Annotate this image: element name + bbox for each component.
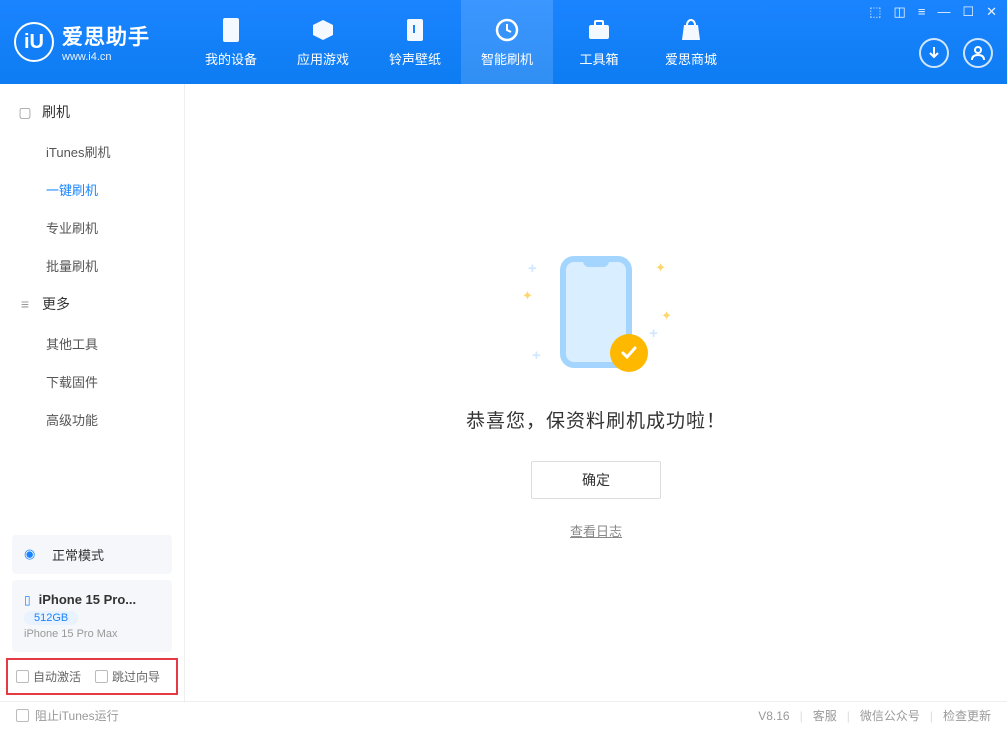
window-btn-2[interactable]: ◫ xyxy=(894,4,906,20)
device-name: iPhone 15 Pro... xyxy=(39,592,137,607)
main-nav: 我的设备 应用游戏 铃声壁纸 智能刷机 工具箱 爱思商城 xyxy=(185,0,737,84)
bag-icon xyxy=(678,17,704,43)
checkbox-icon xyxy=(16,709,29,722)
status-bar: 阻止iTunes运行 V8.16 | 客服 | 微信公众号 | 检查更新 xyxy=(0,701,1007,729)
nav-apps[interactable]: 应用游戏 xyxy=(277,0,369,84)
checkbox-label: 自动激活 xyxy=(33,668,81,685)
group-label: 更多 xyxy=(42,294,70,314)
window-controls: ⬚ ◫ ≡ — ☐ ✕ xyxy=(859,0,1007,24)
sidebar-item-other-tools[interactable]: 其他工具 xyxy=(0,324,184,362)
nav-label: 爱思商城 xyxy=(665,49,717,68)
device-status[interactable]: ◉ 正常模式 xyxy=(12,535,172,574)
logo-area[interactable]: iU 爱思助手 www.i4.cn xyxy=(0,21,185,63)
window-btn-1[interactable]: ⬚ xyxy=(869,4,881,20)
refresh-icon xyxy=(494,17,520,43)
device-model: iPhone 15 Pro Max xyxy=(24,628,160,640)
sidebar-group-more[interactable]: ≡ 更多 xyxy=(0,284,184,324)
nav-toolbox[interactable]: 工具箱 xyxy=(553,0,645,84)
music-icon xyxy=(402,17,428,43)
checkbox-block-itunes[interactable]: 阻止iTunes运行 xyxy=(16,707,119,724)
sidebar-item-batch-flash[interactable]: 批量刷机 xyxy=(0,246,184,284)
menu-lines-icon: ≡ xyxy=(18,297,32,311)
nav-flash[interactable]: 智能刷机 xyxy=(461,0,553,84)
storage-badge: 512GB xyxy=(24,611,78,625)
cube-icon xyxy=(310,17,336,43)
nav-store[interactable]: 爱思商城 xyxy=(645,0,737,84)
sidebar-group-flash[interactable]: ▢ 刷机 xyxy=(0,92,184,132)
app-name: 爱思助手 xyxy=(62,21,150,51)
checkbox-icon xyxy=(16,670,29,683)
status-label: 正常模式 xyxy=(52,545,104,564)
checkbox-skip-guide[interactable]: 跳过向导 xyxy=(95,668,160,685)
sidebar: ▢ 刷机 iTunes刷机 一键刷机 专业刷机 批量刷机 ≡ 更多 其他工具 下… xyxy=(0,84,185,701)
sidebar-item-itunes-flash[interactable]: iTunes刷机 xyxy=(0,132,184,170)
nav-my-device[interactable]: 我的设备 xyxy=(185,0,277,84)
nav-label: 智能刷机 xyxy=(481,49,533,68)
ok-button[interactable]: 确定 xyxy=(531,461,661,499)
minimize-icon[interactable]: — xyxy=(937,4,950,20)
briefcase-icon xyxy=(586,17,612,43)
app-header: iU 爱思助手 www.i4.cn 我的设备 应用游戏 铃声壁纸 智能刷机 工具… xyxy=(0,0,1007,84)
nav-label: 工具箱 xyxy=(579,49,618,68)
version-label: V8.16 xyxy=(758,709,789,723)
user-icon[interactable] xyxy=(963,38,993,68)
checkbox-icon xyxy=(95,670,108,683)
device-icon: ▢ xyxy=(18,105,32,119)
main-content: +++ ✦✦✦ 恭喜您，保资料刷机成功啦！ 确定 查看日志 xyxy=(185,84,1007,701)
success-message: 恭喜您，保资料刷机成功啦！ xyxy=(466,406,726,433)
support-link[interactable]: 客服 xyxy=(813,707,837,724)
checkbox-label: 阻止iTunes运行 xyxy=(35,707,119,724)
device-card[interactable]: ▯ iPhone 15 Pro... 512GB iPhone 15 Pro M… xyxy=(12,580,172,652)
check-badge-icon xyxy=(610,334,648,372)
menu-icon[interactable]: ≡ xyxy=(918,4,926,20)
sidebar-item-pro-flash[interactable]: 专业刷机 xyxy=(0,208,184,246)
wechat-link[interactable]: 微信公众号 xyxy=(860,707,920,724)
download-icon[interactable] xyxy=(919,38,949,68)
checkbox-auto-activate[interactable]: 自动激活 xyxy=(16,668,81,685)
sidebar-item-download-fw[interactable]: 下载固件 xyxy=(0,362,184,400)
view-log-link[interactable]: 查看日志 xyxy=(570,521,622,540)
logo-icon: iU xyxy=(14,22,54,62)
checkbox-label: 跳过向导 xyxy=(112,668,160,685)
group-label: 刷机 xyxy=(42,102,70,122)
close-icon[interactable]: ✕ xyxy=(986,4,997,20)
sidebar-options-highlighted: 自动激活 跳过向导 xyxy=(6,658,178,695)
nav-label: 应用游戏 xyxy=(297,49,349,68)
nav-label: 铃声壁纸 xyxy=(389,49,441,68)
app-url: www.i4.cn xyxy=(62,51,150,63)
success-illustration: +++ ✦✦✦ xyxy=(516,246,676,376)
check-update-link[interactable]: 检查更新 xyxy=(943,707,991,724)
phone-icon xyxy=(218,17,244,43)
phone-small-icon: ▯ xyxy=(24,593,31,607)
nav-ringtone[interactable]: 铃声壁纸 xyxy=(369,0,461,84)
maximize-icon[interactable]: ☐ xyxy=(962,4,974,20)
nav-label: 我的设备 xyxy=(205,49,257,68)
status-icon: ◉ xyxy=(24,546,42,564)
sidebar-item-oneclick-flash[interactable]: 一键刷机 xyxy=(0,170,184,208)
sidebar-item-advanced[interactable]: 高级功能 xyxy=(0,400,184,438)
